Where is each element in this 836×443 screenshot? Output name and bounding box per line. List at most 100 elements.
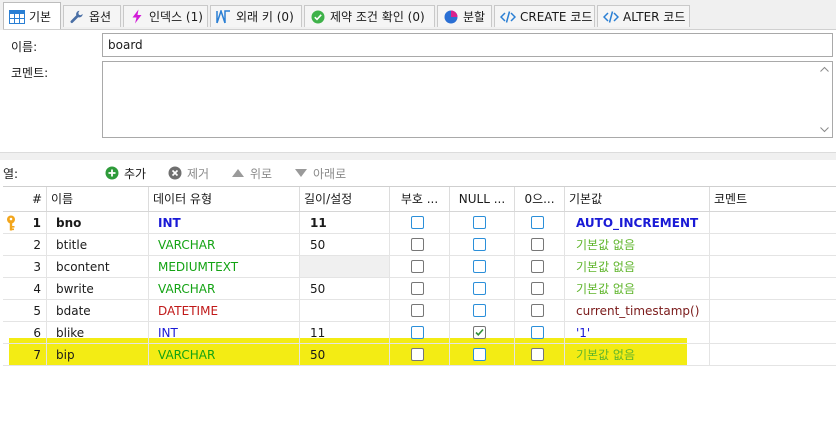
- data-type-cell[interactable]: INT: [149, 212, 300, 234]
- nullable-checkbox[interactable]: [473, 348, 486, 361]
- comment-cell[interactable]: [710, 322, 836, 344]
- data-type-cell[interactable]: VARCHAR: [149, 234, 300, 256]
- row-number-cell[interactable]: 3: [3, 256, 47, 278]
- unsigned-checkbox[interactable]: [411, 216, 424, 229]
- unsigned-checkbox[interactable]: [411, 238, 424, 251]
- move-up-button[interactable]: 위로: [231, 163, 272, 183]
- row-number-cell[interactable]: 4: [3, 278, 47, 300]
- row-number-cell[interactable]: 6: [3, 322, 47, 344]
- tab-label: CREATE 코드: [520, 10, 593, 24]
- scroll-up-arrow-icon[interactable]: [820, 66, 829, 72]
- row-number-cell[interactable]: 7: [3, 344, 47, 366]
- nullable-checkbox[interactable]: [473, 304, 486, 317]
- data-type-cell[interactable]: DATETIME: [149, 300, 300, 322]
- default-value-cell[interactable]: AUTO_INCREMENT: [565, 212, 710, 234]
- length-cell[interactable]: 50: [300, 278, 390, 300]
- header-data-type[interactable]: 데이터 유형: [149, 187, 300, 211]
- comment-cell[interactable]: [710, 278, 836, 300]
- unsigned-checkbox[interactable]: [411, 282, 424, 295]
- length-cell[interactable]: 11: [300, 212, 390, 234]
- add-column-button[interactable]: 추가: [105, 163, 146, 183]
- default-value-cell[interactable]: 기본값 없음: [565, 234, 710, 256]
- data-type-cell[interactable]: VARCHAR: [149, 344, 300, 366]
- comment-cell[interactable]: [710, 256, 836, 278]
- length-cell[interactable]: 50: [300, 234, 390, 256]
- table-row[interactable]: 5 bdate DATETIME current_timestamp(): [3, 300, 836, 322]
- table-row[interactable]: 1 bno INT 11 AUTO_INCREMENT: [3, 212, 836, 234]
- triangle-up-icon: [232, 169, 244, 177]
- tab-alter-code[interactable]: ALTER 코드: [597, 5, 690, 27]
- zerofill-checkbox[interactable]: [531, 282, 544, 295]
- tab-indexes[interactable]: 인덱스 (1): [123, 5, 208, 27]
- remove-column-button[interactable]: 제거: [168, 163, 209, 183]
- table-row[interactable]: 6 blike INT 11 '1': [3, 322, 836, 344]
- unsigned-checkbox[interactable]: [411, 348, 424, 361]
- row-number-cell[interactable]: 2: [3, 234, 47, 256]
- tab-check-constraints[interactable]: 제약 조건 확인 (0): [304, 5, 435, 27]
- zerofill-checkbox[interactable]: [531, 216, 544, 229]
- nullable-checkbox[interactable]: [473, 326, 486, 339]
- nullable-checkbox[interactable]: [473, 282, 486, 295]
- tab-basic[interactable]: 기본: [3, 2, 61, 30]
- length-cell[interactable]: [300, 256, 390, 278]
- zerofill-checkbox[interactable]: [531, 348, 544, 361]
- column-name-cell[interactable]: bwrite: [47, 278, 149, 300]
- comment-cell[interactable]: [710, 234, 836, 256]
- column-name-cell[interactable]: bip: [47, 344, 149, 366]
- tab-create-code[interactable]: CREATE 코드: [494, 5, 595, 27]
- length-cell[interactable]: [300, 300, 390, 322]
- default-value-cell[interactable]: 기본값 없음: [565, 256, 710, 278]
- unsigned-checkbox[interactable]: [411, 326, 424, 339]
- tab-options[interactable]: 옵션: [63, 5, 121, 27]
- default-value-cell[interactable]: '1': [565, 322, 710, 344]
- column-name-cell[interactable]: btitle: [47, 234, 149, 256]
- columns-label: 열:: [3, 167, 19, 181]
- length-cell[interactable]: 11: [300, 322, 390, 344]
- move-down-button[interactable]: 아래로: [294, 163, 346, 183]
- header-nullable[interactable]: NULL ...: [450, 187, 515, 211]
- default-value-cell[interactable]: 기본값 없음: [565, 344, 710, 366]
- zerofill-checkbox[interactable]: [531, 326, 544, 339]
- nullable-checkbox[interactable]: [473, 216, 486, 229]
- header-comment[interactable]: 코멘트: [710, 187, 836, 211]
- table-comment-input[interactable]: [102, 61, 833, 138]
- length-cell[interactable]: 50: [300, 344, 390, 366]
- unsigned-checkbox[interactable]: [411, 304, 424, 317]
- header-zerofill[interactable]: 0으...: [515, 187, 565, 211]
- comment-cell[interactable]: [710, 300, 836, 322]
- data-type-cell[interactable]: VARCHAR: [149, 278, 300, 300]
- column-name-cell[interactable]: blike: [47, 322, 149, 344]
- row-number-cell[interactable]: 1: [3, 212, 47, 234]
- table-row[interactable]: 3 bcontent MEDIUMTEXT 기본값 없음: [3, 256, 836, 278]
- data-type-cell[interactable]: INT: [149, 322, 300, 344]
- default-value-cell[interactable]: 기본값 없음: [565, 278, 710, 300]
- unsigned-checkbox[interactable]: [411, 260, 424, 273]
- scroll-down-arrow-icon[interactable]: [820, 127, 829, 133]
- table-row[interactable]: 2 btitle VARCHAR 50 기본값 없음: [3, 234, 836, 256]
- zerofill-checkbox[interactable]: [531, 304, 544, 317]
- column-name-cell[interactable]: bdate: [47, 300, 149, 322]
- tab-foreign-keys[interactable]: 외래 키 (0): [210, 5, 302, 27]
- check-circle-icon: [310, 9, 326, 25]
- row-number-cell[interactable]: 5: [3, 300, 47, 322]
- column-name-cell[interactable]: bcontent: [47, 256, 149, 278]
- default-value-cell[interactable]: current_timestamp(): [565, 300, 710, 322]
- comment-cell[interactable]: [710, 212, 836, 234]
- nullable-checkbox[interactable]: [473, 260, 486, 273]
- header-number[interactable]: #: [3, 187, 47, 211]
- header-unsigned[interactable]: 부호 ...: [390, 187, 450, 211]
- comment-cell[interactable]: [710, 344, 836, 366]
- column-name-cell[interactable]: bno: [47, 212, 149, 234]
- header-length[interactable]: 길이/설정: [300, 187, 390, 211]
- header-name[interactable]: 이름: [47, 187, 149, 211]
- table-name-input[interactable]: board: [102, 33, 833, 57]
- zerofill-checkbox[interactable]: [531, 238, 544, 251]
- tab-label: 제약 조건 확인 (0): [330, 10, 425, 24]
- header-default[interactable]: 기본값: [565, 187, 710, 211]
- table-row[interactable]: 4 bwrite VARCHAR 50 기본값 없음: [3, 278, 836, 300]
- table-row[interactable]: 7 bip VARCHAR 50 기본값 없음: [3, 344, 836, 366]
- nullable-checkbox[interactable]: [473, 238, 486, 251]
- tab-partitions[interactable]: 분할: [437, 5, 492, 27]
- data-type-cell[interactable]: MEDIUMTEXT: [149, 256, 300, 278]
- zerofill-checkbox[interactable]: [531, 260, 544, 273]
